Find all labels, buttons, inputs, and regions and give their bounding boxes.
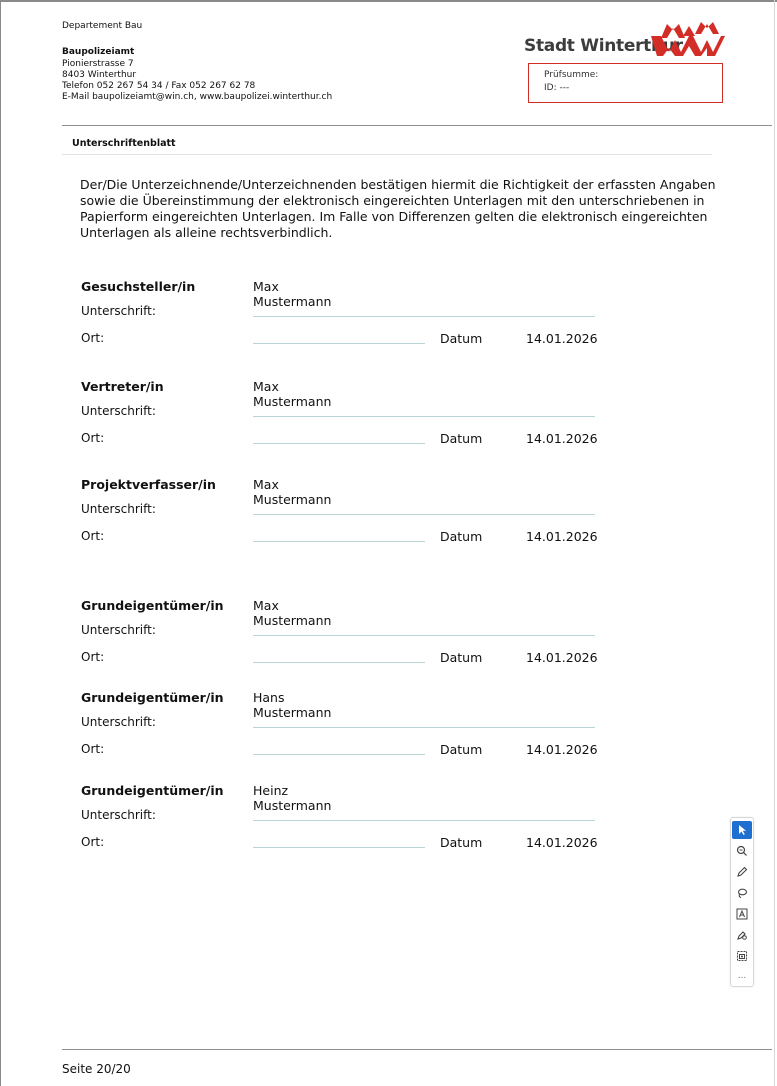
- signature-label: Unterschrift:: [81, 715, 156, 729]
- role-label: Vertreter/in: [81, 379, 164, 394]
- page-border-top: [0, 0, 777, 2]
- first-name: Hans: [253, 690, 285, 705]
- footer-divider: [62, 1049, 772, 1050]
- signature-line[interactable]: [253, 820, 595, 821]
- checksum-label: Prüfsumme:: [544, 70, 599, 80]
- signature-block: Gesuchsteller/in Max Mustermann Untersch…: [0, 279, 777, 359]
- place-line[interactable]: [253, 662, 425, 663]
- date-label: Datum: [440, 742, 483, 757]
- department-name: Departement Bau: [62, 21, 143, 31]
- place-line[interactable]: [253, 754, 425, 755]
- office-name: Baupolizeiamt: [62, 47, 135, 57]
- signature-label: Unterschrift:: [81, 304, 156, 318]
- pen-icon[interactable]: [732, 863, 752, 881]
- snapshot-icon[interactable]: [732, 947, 752, 965]
- signature-line[interactable]: [253, 514, 595, 515]
- first-name: Max: [253, 598, 279, 613]
- date-label: Datum: [440, 529, 483, 544]
- signature-line[interactable]: [253, 635, 595, 636]
- place-line[interactable]: [253, 443, 425, 444]
- checksum-box: Prüfsumme: ID: ---: [528, 63, 723, 103]
- role-label: Grundeigentümer/in: [81, 598, 224, 613]
- first-name: Max: [253, 379, 279, 394]
- role-label: Grundeigentümer/in: [81, 783, 224, 798]
- signature-line[interactable]: [253, 416, 595, 417]
- email-web: E-Mail baupolizeiamt@win.ch, www.baupoli…: [62, 92, 333, 102]
- phone-fax: Telefon 052 267 54 34 / Fax 052 267 62 7…: [62, 81, 256, 91]
- signature-label: Unterschrift:: [81, 404, 156, 418]
- signature-label: Unterschrift:: [81, 808, 156, 822]
- first-name: Max: [253, 279, 279, 294]
- place-label: Ort:: [81, 742, 105, 756]
- annotation-toolbar: ...: [730, 817, 754, 987]
- last-name: Mustermann: [253, 705, 332, 720]
- date-value: 14.01.2026: [526, 529, 598, 544]
- signature-block: Grundeigentümer/in Max Mustermann Unters…: [0, 598, 777, 678]
- date-label: Datum: [440, 650, 483, 665]
- winterthur-logo-icon: [651, 22, 725, 56]
- header-divider: [62, 125, 772, 126]
- place-label: Ort:: [81, 331, 105, 345]
- signature-block: Grundeigentümer/in Hans Mustermann Unter…: [0, 690, 777, 770]
- role-label: Projektverfasser/in: [81, 477, 216, 492]
- place-line[interactable]: [253, 343, 425, 344]
- last-name: Mustermann: [253, 394, 332, 409]
- stamp-icon[interactable]: [732, 926, 752, 944]
- last-name: Mustermann: [253, 294, 332, 309]
- signature-label: Unterschrift:: [81, 502, 156, 516]
- signature-line[interactable]: [253, 727, 595, 728]
- place-label: Ort:: [81, 529, 105, 543]
- signature-block: Grundeigentümer/in Heinz Mustermann Unte…: [0, 783, 777, 863]
- date-value: 14.01.2026: [526, 835, 598, 850]
- place-line[interactable]: [253, 847, 425, 848]
- place-line[interactable]: [253, 541, 425, 542]
- section-divider: [62, 154, 712, 155]
- section-title: Unterschriftenblatt: [72, 138, 176, 149]
- signature-block: Projektverfasser/in Max Mustermann Unter…: [0, 477, 777, 557]
- id-label: ID: ---: [544, 83, 570, 93]
- street-address: Pionierstrasse 7: [62, 59, 134, 69]
- zoom-icon[interactable]: [732, 842, 752, 860]
- date-value: 14.01.2026: [526, 742, 598, 757]
- date-value: 14.01.2026: [526, 431, 598, 446]
- first-name: Heinz: [253, 783, 289, 798]
- signature-label: Unterschrift:: [81, 623, 156, 637]
- date-value: 14.01.2026: [526, 331, 598, 346]
- date-label: Datum: [440, 835, 483, 850]
- date-value: 14.01.2026: [526, 650, 598, 665]
- place-label: Ort:: [81, 431, 105, 445]
- last-name: Mustermann: [253, 492, 332, 507]
- date-label: Datum: [440, 431, 483, 446]
- page-number: Seite 20/20: [62, 1062, 131, 1076]
- lasso-icon[interactable]: [732, 884, 752, 902]
- text-box-icon[interactable]: [732, 905, 752, 923]
- place-label: Ort:: [81, 835, 105, 849]
- date-label: Datum: [440, 331, 483, 346]
- more-icon[interactable]: ...: [732, 967, 752, 985]
- role-label: Gesuchsteller/in: [81, 279, 196, 294]
- intro-paragraph: Der/Die Unterzeichnende/Unterzeichnenden…: [80, 177, 716, 240]
- select-icon[interactable]: [732, 821, 752, 839]
- role-label: Grundeigentümer/in: [81, 690, 224, 705]
- signature-block: Vertreter/in Max Mustermann Unterschrift…: [0, 379, 777, 459]
- first-name: Max: [253, 477, 279, 492]
- place-label: Ort:: [81, 650, 105, 664]
- last-name: Mustermann: [253, 798, 332, 813]
- city-address: 8403 Winterthur: [62, 70, 137, 80]
- last-name: Mustermann: [253, 613, 332, 628]
- signature-line[interactable]: [253, 316, 595, 317]
